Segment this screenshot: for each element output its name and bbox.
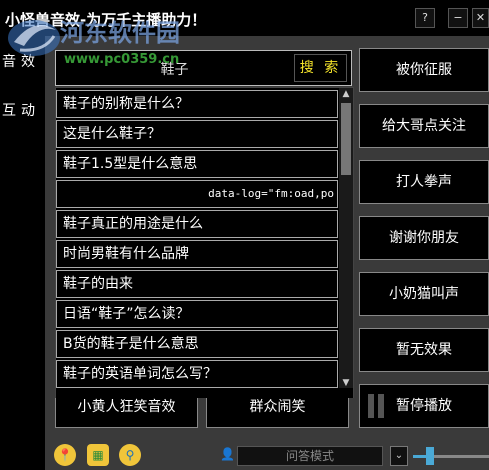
title-bar: 小怪兽音效-为万千主播助力！ ? − ✕ bbox=[0, 0, 489, 36]
pause-button[interactable]: 暂停播放 bbox=[359, 384, 489, 428]
list-item[interactable]: 这是什么鞋子？ bbox=[56, 120, 338, 148]
sound-button-thanks[interactable]: 谢谢你朋友 bbox=[359, 216, 489, 260]
sidebar: 音效 互动 bbox=[0, 36, 45, 470]
list-item[interactable]: 鞋子1.5型是什么意思 bbox=[56, 150, 338, 178]
list-item[interactable]: data-log="fm:oad,po bbox=[56, 180, 338, 208]
result-list: 鞋子的别称是什么？ 这是什么鞋子？ 鞋子1.5型是什么意思 data-log="… bbox=[55, 87, 354, 390]
list-item[interactable]: 鞋子的英语单词怎么写？ bbox=[56, 360, 338, 388]
list-overlap bbox=[55, 388, 354, 398]
list-item[interactable]: 鞋子真正的用途是什么 bbox=[56, 210, 338, 238]
chevron-down-icon[interactable]: ⌄ bbox=[390, 446, 408, 466]
volume-knob[interactable] bbox=[425, 447, 434, 465]
sound-button-punch[interactable]: 打人拳声 bbox=[359, 160, 489, 204]
location-icon[interactable]: 📍 bbox=[54, 444, 76, 466]
user-icon: 👤 bbox=[220, 447, 235, 461]
sidebar-item-sound-effects[interactable]: 音效 bbox=[0, 42, 45, 82]
help-button[interactable]: ? bbox=[415, 8, 435, 28]
close-button[interactable]: ✕ bbox=[472, 8, 489, 28]
scroll-thumb[interactable] bbox=[341, 103, 351, 175]
list-item[interactable]: 鞋子的别称是什么？ bbox=[56, 90, 338, 118]
volume-slider[interactable] bbox=[413, 447, 489, 465]
pause-button-label: 暂停播放 bbox=[396, 398, 452, 414]
sidebar-item-interaction[interactable]: 互动 bbox=[0, 91, 45, 131]
minimize-button[interactable]: − bbox=[448, 8, 468, 28]
pause-icon bbox=[368, 394, 384, 418]
calculator-icon[interactable]: ▦ bbox=[87, 444, 109, 466]
search-box: 搜 索 bbox=[55, 50, 352, 86]
mode-select[interactable]: 问答模式 bbox=[237, 446, 383, 466]
sound-button-label: 小黄人狂笑音效 bbox=[77, 399, 176, 415]
sound-button-label: 群众闹笑 bbox=[249, 399, 306, 415]
list-scrollbar[interactable]: ▲ ▼ bbox=[339, 88, 353, 389]
sound-button-kitten[interactable]: 小奶猫叫声 bbox=[359, 272, 489, 316]
scroll-up-icon[interactable]: ▲ bbox=[340, 88, 352, 100]
sound-button-empty[interactable]: 暂无效果 bbox=[359, 328, 489, 372]
sound-button-conquered[interactable]: 被你征服 bbox=[359, 48, 489, 92]
list-item[interactable]: 日语“鞋子”怎么读？ bbox=[56, 300, 338, 328]
search-input[interactable] bbox=[62, 58, 287, 80]
list-item[interactable]: B货的鞋子是什么意思 bbox=[56, 330, 338, 358]
list-item[interactable]: 时尚男鞋有什么品牌 bbox=[56, 240, 338, 268]
search-icon[interactable]: ⚲ bbox=[119, 444, 141, 466]
search-button[interactable]: 搜 索 bbox=[294, 54, 347, 82]
app-title: 小怪兽音效-为万千主播助力！ bbox=[5, 11, 207, 29]
list-item[interactable]: 鞋子的由来 bbox=[56, 270, 338, 298]
sound-button-follow[interactable]: 给大哥点关注 bbox=[359, 104, 489, 148]
